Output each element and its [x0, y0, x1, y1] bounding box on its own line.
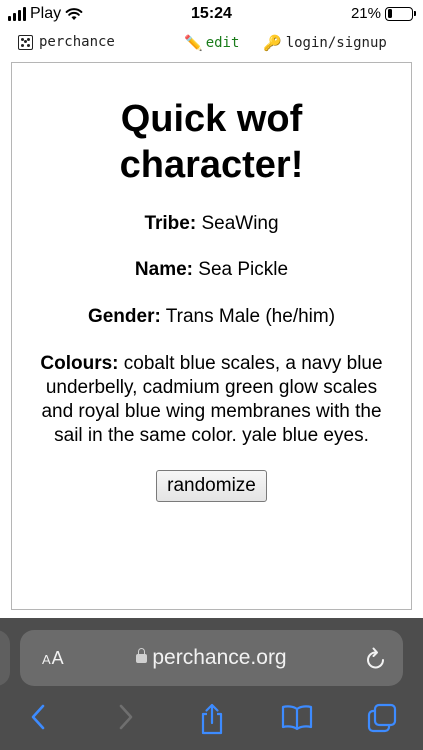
tribe-value: SeaWing [201, 213, 279, 234]
site-nav: perchance ✏️ edit 🔑 login/signup [0, 30, 423, 58]
share-icon[interactable] [198, 702, 226, 736]
status-bar: Play 15:24 21% [0, 0, 423, 30]
perchance-home-link[interactable]: perchance [18, 34, 115, 50]
dice-icon [18, 34, 33, 50]
forward-icon[interactable] [116, 702, 136, 732]
gender-line: Gender: Trans Male (he/him) [12, 305, 411, 329]
bookmarks-icon[interactable] [280, 702, 314, 732]
randomize-button[interactable]: randomize [156, 470, 267, 502]
colours-label: Colours: [40, 353, 119, 374]
colours-line: Colours: cobalt blue scales, a navy blue… [12, 352, 411, 448]
browser-toolbar [0, 698, 423, 742]
address-bar[interactable]: AA perchance.org [20, 630, 403, 686]
tribe-label: Tribe: [144, 213, 197, 234]
name-line: Name: Sea Pickle [12, 258, 411, 282]
tabs-icon[interactable] [366, 702, 398, 734]
name-label: Name: [134, 259, 193, 280]
battery-level [387, 9, 393, 18]
url-display[interactable]: perchance.org [20, 646, 403, 670]
previous-tab-pill[interactable] [0, 630, 10, 686]
reload-icon[interactable] [365, 646, 387, 670]
page-title: Quick wof character! [119, 98, 304, 186]
battery-icon [385, 6, 416, 21]
lock-icon [136, 648, 148, 663]
gender-value: Trans Male (he/him) [165, 306, 336, 327]
login-signup-link[interactable]: 🔑 login/signup [263, 34, 387, 52]
key-icon: 🔑 [263, 34, 282, 52]
battery-percent: 21% [350, 5, 381, 22]
back-icon[interactable] [28, 702, 48, 732]
edit-link[interactable]: ✏️ edit [184, 34, 239, 52]
perchance-label: perchance [39, 34, 115, 50]
gender-label: Gender: [87, 306, 161, 327]
login-label: login/signup [285, 35, 387, 51]
name-value: Sea Pickle [198, 259, 289, 280]
generator-output-card: Quick wof character! Tribe: SeaWing Name… [11, 62, 412, 610]
edit-label: edit [205, 35, 240, 51]
tribe-line: Tribe: SeaWing [12, 212, 411, 236]
url-label: perchance.org [152, 646, 287, 669]
browser-bar: AA perchance.org [0, 618, 423, 750]
pencil-icon: ✏️ [184, 34, 203, 52]
status-right: 21% [350, 5, 416, 22]
